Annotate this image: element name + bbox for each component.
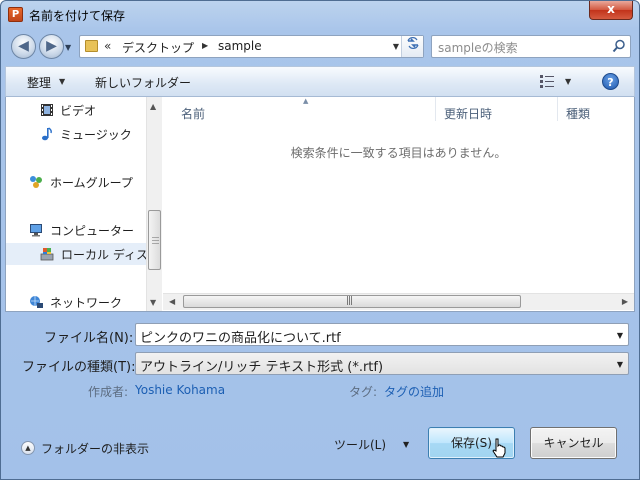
refresh-icon	[406, 37, 419, 49]
scroll-left-icon[interactable]: ◀	[169, 297, 175, 306]
address-bar[interactable]: « デスクトップ ▶ sample ▼	[79, 35, 424, 58]
empty-list-message: 検索条件に一致する項目はありません。	[290, 146, 507, 160]
command-bar: 整理 ▼ 新しいフォルダー ▼ ?	[5, 66, 635, 97]
navigation-pane-scrollbar[interactable]: ▲ ― ― ― ▼	[146, 97, 162, 311]
search-icon[interactable]	[612, 39, 626, 53]
new-folder-button[interactable]: 新しいフォルダー	[95, 74, 191, 91]
breadcrumb-sample[interactable]: sample	[218, 39, 262, 53]
nav-item-label: ミュージック	[60, 128, 132, 142]
search-placeholder[interactable]: sampleの検索	[438, 39, 518, 56]
local-disk-icon	[40, 248, 54, 261]
column-header-modified[interactable]: 更新日時	[436, 97, 558, 121]
nav-item-homegroup[interactable]: ホームグループ	[6, 171, 156, 193]
back-button[interactable]: ◀	[11, 34, 36, 59]
help-icon[interactable]: ?	[602, 73, 619, 90]
filetype-label: ファイルの種類(T):	[22, 360, 136, 375]
filename-value[interactable]: ピンクのワニの商品化について.rtf	[140, 327, 341, 346]
scrollbar-thumb[interactable]: |||	[183, 295, 521, 308]
close-button[interactable]: x	[589, 1, 633, 20]
scroll-right-icon[interactable]: ▶	[622, 297, 628, 306]
nav-item-label: コンピューター	[50, 224, 135, 238]
file-list-pane[interactable]: 名前 ▲ 更新日時 種類 検索条件に一致する項目はありません。 ◀ ||| ▶	[163, 97, 634, 311]
filetype-value[interactable]: アウトライン/リッチ テキスト形式 (*.rtf)	[140, 356, 383, 375]
nav-item-computer[interactable]: コンピューター	[6, 219, 156, 241]
computer-icon	[30, 224, 42, 237]
music-icon	[42, 127, 52, 141]
collapse-up-icon: ▲	[21, 441, 35, 455]
hide-folders-label: フォルダーの非表示	[41, 442, 150, 456]
scrollbar-thumb[interactable]: ― ― ―	[148, 210, 161, 270]
change-view-icon[interactable]	[540, 75, 554, 88]
dialog-title: 名前を付けて保存	[29, 9, 126, 23]
nav-item-network[interactable]: ネットワーク	[6, 291, 156, 311]
column-header-label: 更新日時	[444, 107, 493, 121]
navigation-pane[interactable]: ビデオ ミュージック ホームグループ コンピューター ローカル ディスク ネット…	[6, 97, 162, 311]
scroll-down-icon[interactable]: ▼	[150, 298, 156, 307]
save-as-dialog: P 名前を付けて保存 x ◀ ▶ ▼ « デスクトップ ▶ sample ▼ s…	[0, 0, 640, 480]
mouse-cursor-hand-icon	[492, 438, 506, 458]
nav-item-label: ネットワーク	[50, 296, 123, 310]
breadcrumb-separator-icon[interactable]: ▶	[202, 41, 208, 50]
filename-field[interactable]: ピンクのワニの商品化について.rtf ▼	[135, 323, 629, 346]
nav-item-local-disk[interactable]: ローカル ディスク	[6, 243, 160, 265]
sort-ascending-icon: ▲	[303, 97, 309, 105]
nav-item-video[interactable]: ビデオ	[6, 99, 156, 121]
forward-button[interactable]: ▶	[39, 34, 64, 59]
filetype-dropdown-icon[interactable]: ▼	[617, 360, 623, 369]
view-options-dropdown-icon[interactable]: ▼	[565, 77, 571, 86]
tags-label: タグ:	[349, 385, 378, 399]
breadcrumb-desktop[interactable]: デスクトップ	[122, 39, 194, 56]
file-list-horizontal-scrollbar[interactable]: ◀ ||| ▶	[163, 293, 634, 310]
navigation-bar: ◀ ▶ ▼ « デスクトップ ▶ sample ▼ sampleの検索	[1, 29, 639, 63]
powerpoint-app-icon: P	[8, 7, 23, 22]
scrollbar-grip-icon: ― ― ―	[152, 233, 159, 247]
scrollbar-grip-icon: |||	[346, 296, 353, 306]
video-icon	[41, 104, 53, 116]
add-tag-link[interactable]: タグの追加	[384, 383, 444, 400]
overflow-chevron-icon[interactable]: «	[104, 39, 111, 53]
nav-item-label: ホームグループ	[50, 176, 133, 190]
nav-item-music[interactable]: ミュージック	[6, 123, 156, 145]
nav-item-label: ビデオ	[60, 104, 97, 118]
folder-icon	[85, 40, 98, 52]
search-box[interactable]: sampleの検索	[431, 35, 631, 58]
explorer-area: ビデオ ミュージック ホームグループ コンピューター ローカル ディスク ネット…	[5, 97, 635, 312]
cancel-button[interactable]: キャンセル	[530, 427, 617, 459]
column-header-type[interactable]: 種類	[558, 97, 634, 121]
refresh-button[interactable]	[401, 36, 423, 57]
author-label: 作成者:	[88, 385, 129, 399]
filename-dropdown-icon[interactable]: ▼	[617, 331, 623, 340]
column-header-label: 種類	[566, 107, 591, 121]
filetype-select[interactable]: アウトライン/リッチ テキスト形式 (*.rtf) ▼	[135, 352, 629, 375]
column-header-label: 名前	[181, 107, 206, 121]
recent-pages-dropdown-icon[interactable]: ▼	[65, 43, 71, 52]
homegroup-icon	[30, 176, 42, 188]
tools-menu-button[interactable]: ツール(L)	[334, 436, 386, 453]
author-value[interactable]: Yoshie Kohama	[135, 383, 225, 397]
scroll-up-icon[interactable]: ▲	[150, 102, 156, 111]
title-bar: P 名前を付けて保存 x	[1, 1, 639, 29]
organize-dropdown-icon[interactable]: ▼	[59, 77, 65, 86]
tools-dropdown-icon[interactable]: ▼	[403, 440, 409, 449]
organize-menu-button[interactable]: 整理	[27, 74, 51, 91]
address-dropdown-icon[interactable]: ▼	[393, 42, 399, 51]
filename-label: ファイル名(N):	[44, 331, 134, 346]
network-icon	[30, 296, 43, 308]
column-header-name[interactable]: 名前 ▲	[163, 97, 436, 121]
